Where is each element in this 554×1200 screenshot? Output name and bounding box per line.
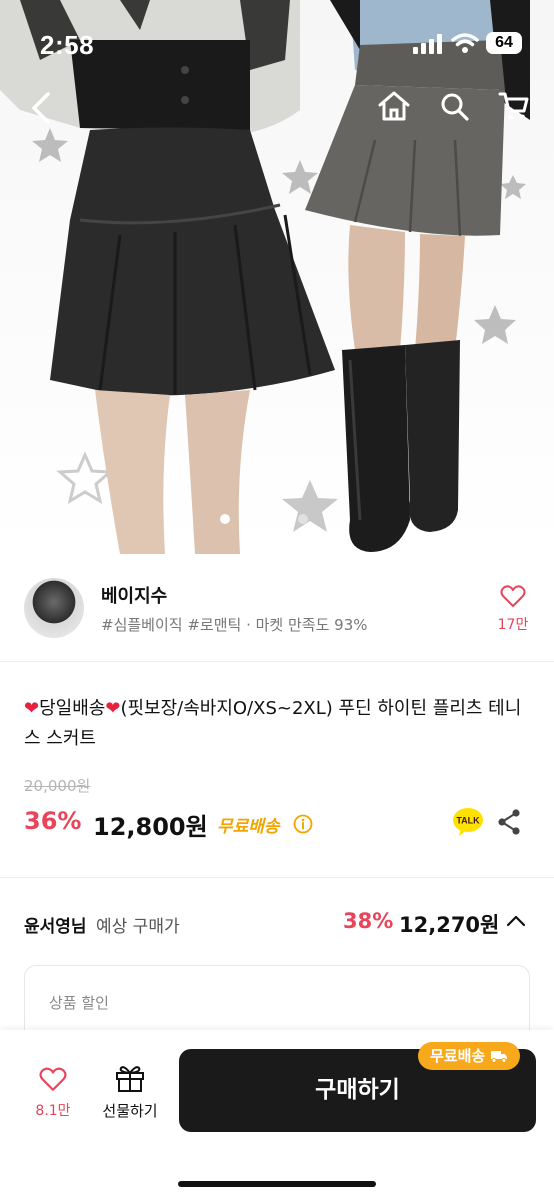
carousel-dot[interactable] — [298, 514, 308, 524]
share-icon[interactable] — [496, 808, 522, 836]
expected-price: 12,270원 — [399, 913, 500, 937]
chevron-up-icon[interactable] — [506, 914, 526, 928]
carousel-dot-active[interactable] — [220, 514, 230, 524]
product-title-part1: 당일배송 — [39, 698, 106, 719]
search-icon[interactable] — [440, 92, 470, 122]
cart-icon[interactable] — [498, 90, 530, 122]
discount-rate: 36% — [24, 807, 82, 835]
info-icon[interactable] — [293, 814, 313, 834]
product-title: ❤당일배송❤(핏보장/속바지O/XS~2XL) 푸딘 하이틴 플리츠 테니스 스… — [24, 694, 530, 754]
carousel-indicator — [0, 514, 554, 526]
original-price: 20,000원 — [24, 777, 91, 795]
status-bar: 2:58 64 — [0, 0, 554, 80]
seller-tags: #심플베이직 #로맨틱 · 마켓 만족도 93% — [101, 616, 368, 634]
user-name: 윤서영님 — [24, 917, 87, 937]
heart-icon — [39, 1067, 67, 1091]
seller-like-count: 17만 — [497, 617, 529, 633]
talk-label: TALK — [456, 816, 480, 826]
kakao-talk-icon[interactable]: TALK — [452, 806, 484, 838]
product-info: ❤당일배송❤(핏보장/속바지O/XS~2XL) 푸딘 하이틴 플리츠 테니스 스… — [0, 662, 554, 878]
wifi-icon — [451, 33, 479, 53]
seller-like-button[interactable]: 17만 — [494, 584, 532, 634]
home-indicator — [178, 1181, 376, 1187]
seller-avatar[interactable] — [24, 578, 84, 638]
free-shipping-label: 무료배송 — [217, 817, 280, 837]
home-icon[interactable] — [377, 90, 411, 122]
bottom-action-bar: 8.1만 선물하기 구매하기 무료배송 — [0, 1030, 554, 1200]
gift-label: 선물하기 — [102, 1102, 158, 1120]
seller-section[interactable]: 베이지수 #심플베이직 #로맨틱 · 마켓 만족도 93% 17만 — [0, 554, 554, 662]
free-shipping-badge-label: 무료배송 — [430, 1047, 486, 1065]
expected-price-row[interactable]: 윤서영님 예상 구매가 38% 12,270원 — [0, 878, 554, 968]
product-discount-label: 상품 할인 — [49, 994, 109, 1012]
red-heart-icon: ❤ — [24, 698, 40, 719]
free-shipping-badge: 무료배송 — [418, 1042, 521, 1070]
red-heart-icon: ❤ — [105, 698, 121, 719]
sale-price: 12,800원 — [93, 813, 208, 841]
battery-indicator: 64 — [486, 32, 522, 54]
status-time: 2:58 — [40, 30, 95, 60]
product-photo — [0, 0, 530, 554]
seller-name[interactable]: 베이지수 — [101, 582, 167, 608]
expected-discount-rate: 38% — [343, 909, 394, 933]
gift-icon — [116, 1066, 144, 1092]
delivery-truck-icon — [491, 1051, 508, 1063]
heart-icon — [500, 585, 526, 607]
product-image-carousel[interactable]: 2:58 64 — [0, 0, 554, 554]
like-button[interactable]: 8.1만 — [26, 1066, 80, 1120]
back-icon[interactable] — [30, 92, 52, 124]
cellular-signal-icon — [413, 34, 442, 54]
gift-button[interactable]: 선물하기 — [96, 1064, 164, 1121]
like-count: 8.1만 — [35, 1103, 71, 1119]
expected-price-label: 예상 구매가 — [96, 917, 180, 937]
